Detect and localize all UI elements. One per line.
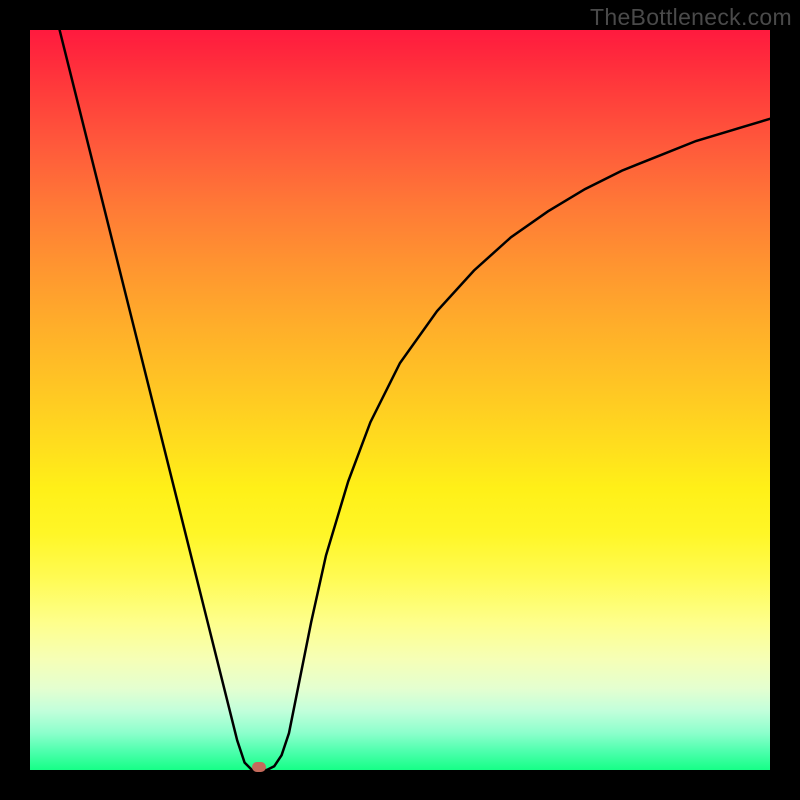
watermark-text: TheBottleneck.com <box>590 4 792 31</box>
chart-frame: TheBottleneck.com <box>0 0 800 800</box>
bottleneck-curve <box>30 30 770 770</box>
optimum-marker <box>252 762 266 772</box>
plot-area <box>30 30 770 770</box>
